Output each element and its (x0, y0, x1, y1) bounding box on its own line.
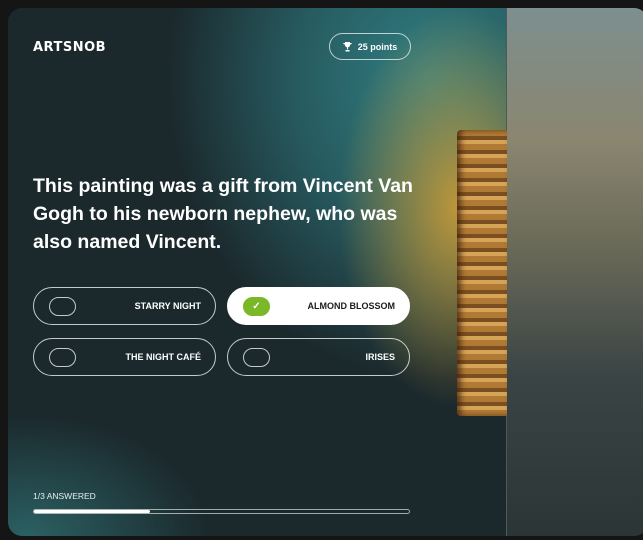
option-label: IRISES (365, 352, 395, 362)
check-icon: ✓ (243, 297, 270, 316)
quiz-card: ARTSNOB 25 points This painting was a gi… (8, 8, 643, 536)
progress-bar (33, 509, 410, 514)
toggle-icon (49, 348, 76, 367)
toggle-icon (49, 297, 76, 316)
points-badge: 25 points (329, 33, 411, 60)
brand-logo: ARTSNOB (33, 40, 107, 55)
quiz-panel (8, 8, 506, 536)
option-label: THE NIGHT CAFÉ (125, 352, 202, 362)
option-irises[interactable]: IRISES (227, 338, 410, 376)
option-label: STARRY NIGHT (134, 301, 201, 311)
question-text: This painting was a gift from Vincent Va… (33, 175, 413, 253)
progress-fill (34, 510, 151, 513)
option-starry-night[interactable]: STARRY NIGHT (33, 287, 216, 325)
option-label: ALMOND BLOSSOM (307, 301, 396, 311)
option-almond-blossom[interactable]: ✓ ALMOND BLOSSOM (227, 287, 410, 325)
painting-frame (457, 130, 507, 416)
trophy-icon (342, 41, 352, 51)
toggle-icon (243, 348, 270, 367)
points-label: 25 points (357, 41, 398, 52)
progress-label: 1/3 ANSWERED (33, 491, 96, 501)
option-the-night-cafe[interactable]: THE NIGHT CAFÉ (33, 338, 216, 376)
painting-image (506, 8, 643, 536)
